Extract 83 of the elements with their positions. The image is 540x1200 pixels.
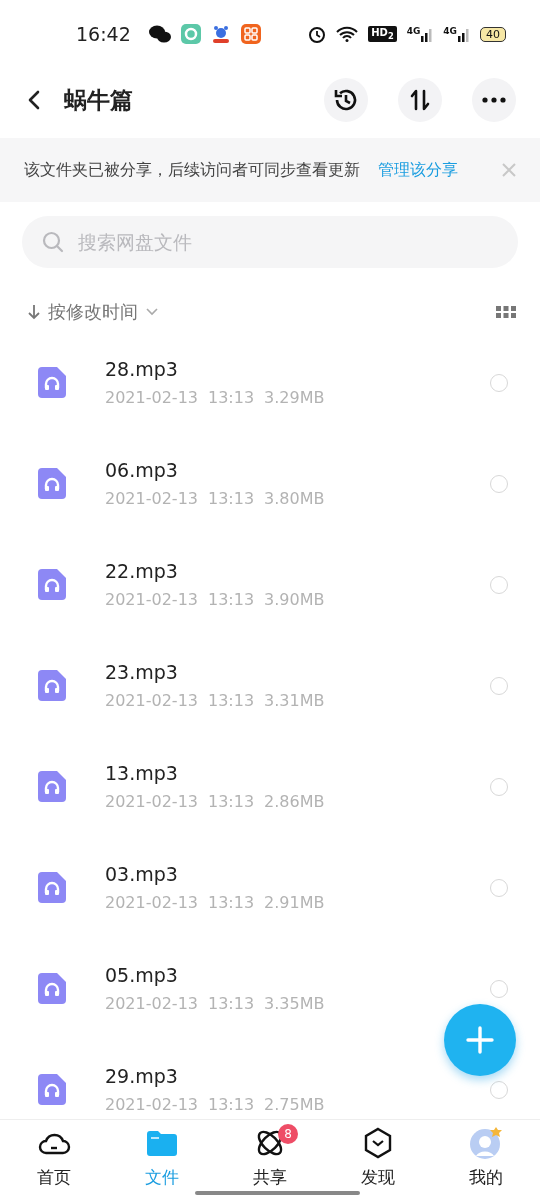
nav-tab[interactable]: 发现 [324,1120,432,1200]
page-title: 蜗牛篇 [64,85,134,115]
file-date: 2021-02-13 [105,1095,198,1114]
file-date: 2021-02-13 [105,792,198,811]
file-time: 13:13 [208,893,255,912]
audio-file-icon [38,468,66,499]
file-date: 2021-02-13 [105,691,198,710]
more-button[interactable] [472,78,516,122]
audio-file-icon [38,670,66,701]
file-date: 2021-02-13 [105,994,198,1013]
file-size: 2.75MB [264,1095,325,1114]
sort-order-label[interactable]: 按修改时间 [48,300,138,324]
network-label: 4G [443,26,457,36]
network-label: 4G [406,26,421,36]
file-size: 2.86MB [264,792,325,811]
history-button[interactable] [324,78,368,122]
file-name[interactable]: 22.mp3 [105,560,178,582]
file-time: 13:13 [208,590,255,609]
select-radio[interactable] [490,979,508,998]
file-time: 13:13 [208,489,255,508]
file-name[interactable]: 28.mp3 [105,358,178,380]
file-date: 2021-02-13 [105,893,198,912]
select-radio[interactable] [490,575,508,594]
sort-button[interactable] [398,78,442,122]
file-name[interactable]: 03.mp3 [105,863,178,885]
file-name[interactable]: 13.mp3 [105,762,178,784]
hd-label: HD$_{2}$ [368,26,397,42]
battery-level: 40 [480,26,506,42]
count-badge: 8 [278,1124,298,1144]
search-field[interactable]: 搜索网盘文件 [22,216,518,268]
more-icon [482,97,506,103]
add-button[interactable] [444,1004,516,1076]
file-size: 2.91MB [264,893,325,912]
signal-icon [458,26,470,42]
up-down-arrows-icon [408,88,432,112]
audio-file-icon [38,771,66,802]
clock-time: 16:42 [76,23,131,45]
select-radio[interactable] [490,373,508,392]
select-radio[interactable] [490,676,508,695]
close-icon[interactable] [502,163,516,177]
avatar-icon [469,1126,503,1160]
ring-app-icon [180,24,201,44]
file-date: 2021-02-13 [105,388,198,407]
file-time: 13:13 [208,691,255,710]
grid-app-icon [240,24,261,44]
file-name[interactable]: 23.mp3 [105,661,178,683]
file-name[interactable]: 29.mp3 [105,1065,178,1087]
home-indicator[interactable] [195,1191,360,1195]
audio-file-icon [38,1074,66,1105]
file-time: 13:13 [208,792,255,811]
file-size: 3.29MB [264,388,325,407]
nav-tab[interactable]: 我的 [432,1120,540,1200]
share-notice-text: 该文件夹已被分享，后续访问者可同步查看更新 [24,159,360,181]
file-time: 13:13 [208,1095,255,1114]
grid-view-icon[interactable] [496,306,516,318]
alarm-icon [308,25,327,43]
audio-file-icon [38,872,66,903]
select-radio[interactable] [490,777,508,796]
file-size: 3.90MB [264,590,325,609]
search-icon [42,231,64,253]
audio-file-icon [38,973,66,1004]
nav-tab[interactable]: 首页 [0,1120,108,1200]
down-arrow-icon [28,304,40,320]
file-name[interactable]: 06.mp3 [105,459,178,481]
file-name[interactable]: 05.mp3 [105,964,178,986]
file-size: 3.35MB [264,994,325,1013]
signal-icon [421,26,434,42]
history-icon [333,87,359,113]
select-radio[interactable] [490,474,508,493]
chat-bubbles-icon [148,24,171,44]
file-date: 2021-02-13 [105,590,198,609]
file-size: 3.31MB [264,691,325,710]
audio-file-icon [38,569,66,600]
audio-file-icon [38,367,66,398]
wifi-icon [336,26,359,42]
file-date: 2021-02-13 [105,489,198,508]
plus-icon [466,1026,494,1054]
file-time: 13:13 [208,388,255,407]
select-radio[interactable] [490,878,508,897]
chevron-down-icon [146,308,158,316]
select-radio[interactable] [490,1080,508,1099]
file-size: 3.80MB [264,489,325,508]
file-time: 13:13 [208,994,255,1013]
